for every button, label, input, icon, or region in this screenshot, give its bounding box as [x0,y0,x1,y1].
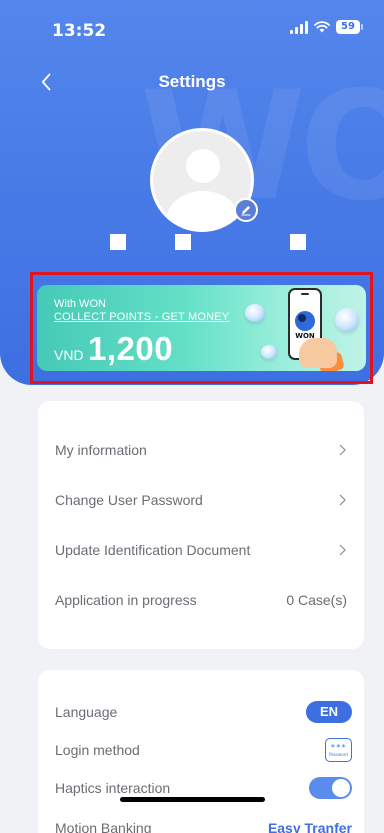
mask-block [290,234,306,250]
status-time: 13:52 [52,21,107,41]
application-count: 0 Case(s) [286,592,347,608]
won-currency: VND [54,347,84,363]
chevron-right-icon [337,543,347,557]
edit-avatar-button[interactable] [234,198,258,222]
status-icons: 59 [290,20,363,34]
language-selector[interactable]: EN [306,701,352,723]
chevron-right-icon [337,443,347,457]
coin-icon [261,345,277,359]
app-settings-card: Language EN Login method *** Password Ha… [38,670,364,833]
signal-icon [290,20,308,34]
won-banner-title: With WON [54,298,106,310]
won-promo-banner[interactable]: With WON COLLECT POINTS - GET MONEY VND … [37,285,366,371]
menu-item-label: My information [55,442,147,458]
setting-login-method: Login method *** Password [55,736,352,764]
setting-label: Login method [55,742,140,758]
setting-label: Motion Banking [55,820,152,833]
coin-icon [245,304,265,322]
avatar-head-shape [186,149,220,183]
home-indicator [120,797,265,802]
account-menu-card: My information Change User Password Upda… [38,401,364,649]
hand-shape [299,338,337,368]
motion-banking-value[interactable]: Easy Tranfer [268,820,352,833]
status-bar: 13:52 59 [0,0,384,60]
menu-item-update-id-document[interactable]: Update Identification Document [55,535,347,565]
chevron-right-icon [337,493,347,507]
coin-icon [335,308,359,332]
menu-item-application-in-progress[interactable]: Application in progress 0 Case(s) [55,585,347,615]
menu-item-change-password[interactable]: Change User Password [55,485,347,515]
haptics-toggle[interactable] [309,777,352,799]
avatar-body-shape [166,191,240,229]
setting-language: Language EN [55,698,352,726]
mask-block [175,234,191,250]
menu-item-label: Application in progress [55,592,197,608]
wifi-icon [314,21,330,33]
menu-item-label: Change User Password [55,492,203,508]
menu-item-label: Update Identification Document [55,542,251,558]
phone-illustration: WON [283,288,345,371]
masked-user-name [0,234,384,254]
mask-block [110,234,126,250]
menu-item-my-information[interactable]: My information [55,435,347,465]
won-banner-subtitle: COLLECT POINTS - GET MONEY [54,311,230,323]
battery-icon: 59 [336,20,363,34]
pencil-icon [241,206,251,216]
setting-label: Language [55,704,118,720]
won-points-amount: 1,200 [88,330,174,367]
toggle-knob [332,779,350,797]
won-logo-icon [295,311,315,331]
nav-bar: Settings [0,62,384,102]
setting-motion-banking: Motion Banking Easy Tranfer [55,814,352,833]
password-login-icon[interactable]: *** Password [325,738,352,762]
setting-label: Haptics interaction [55,780,171,796]
page-title: Settings [158,72,226,91]
